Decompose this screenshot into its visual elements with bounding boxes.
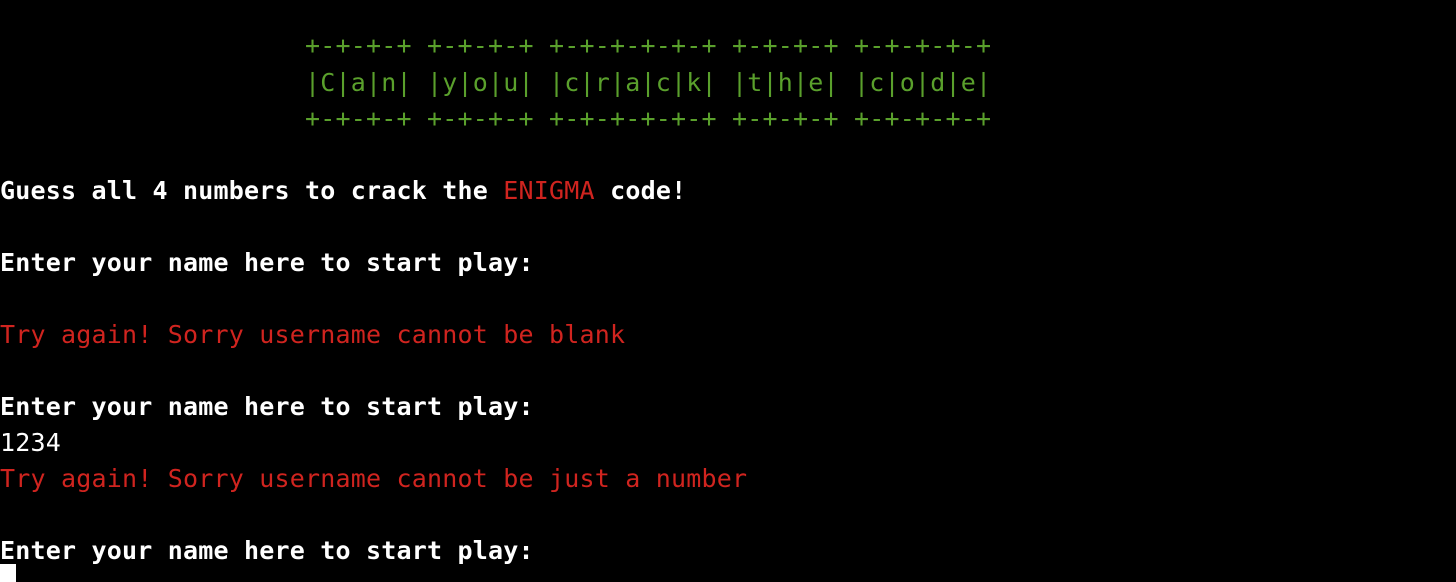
enigma-highlight: ENIGMA — [503, 176, 595, 205]
intro-prefix: Guess all 4 numbers to crack the — [0, 176, 504, 205]
terminal-input-cursor[interactable] — [0, 564, 16, 582]
name-prompt: Enter your name here to start play: — [0, 248, 534, 277]
error-message: Try again! Sorry username cannot be blan… — [0, 320, 626, 349]
name-prompt: Enter your name here to start play: — [0, 392, 534, 421]
error-message: Try again! Sorry username cannot be just… — [0, 464, 748, 493]
banner-bottom-border: +-+-+-+ +-+-+-+ +-+-+-+-+-+ +-+-+-+ +-+-… — [305, 104, 992, 133]
banner-top-border: +-+-+-+ +-+-+-+ +-+-+-+-+-+ +-+-+-+ +-+-… — [305, 31, 992, 60]
name-prompt: Enter your name here to start play: — [0, 536, 534, 565]
banner-title: |C|a|n| |y|o|u| |c|r|a|c|k| |t|h|e| |c|o… — [305, 68, 992, 97]
intro-line: Guess all 4 numbers to crack the ENIGMA … — [0, 173, 686, 209]
intro-suffix: code! — [594, 176, 687, 205]
user-input-echo: 1234 — [0, 428, 62, 457]
